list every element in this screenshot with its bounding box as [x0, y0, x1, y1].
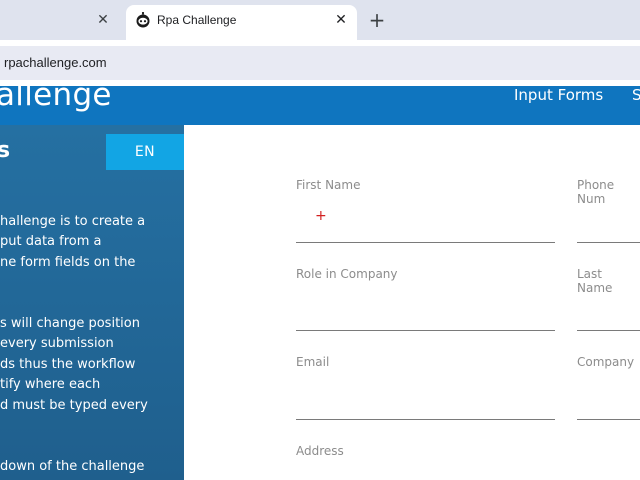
- browser-tabstrip: ✕ Rpa Challenge ✕ +: [0, 0, 640, 40]
- robot-icon: [136, 12, 150, 28]
- site-logo[interactable]: allenge: [0, 86, 112, 113]
- instructions-panel: s EN hallenge is to create a put data fr…: [0, 125, 184, 480]
- browser-tab-inactive[interactable]: ✕: [0, 5, 122, 40]
- site-header: allenge Input Forms S: [0, 86, 640, 125]
- browser-tab-active[interactable]: Rpa Challenge ✕: [126, 5, 357, 40]
- instructions-line: hallenge is to create a: [0, 214, 146, 229]
- first-name-label: First Name: [296, 178, 361, 192]
- url-text[interactable]: rpachallenge.com: [4, 55, 107, 70]
- language-en-button[interactable]: EN: [106, 134, 184, 170]
- nav-next-link[interactable]: S: [632, 86, 640, 104]
- email-label: Email: [296, 355, 330, 369]
- address-label: Address: [296, 444, 344, 458]
- instructions-line: ne form fields on the: [0, 255, 136, 270]
- instructions-line: tify where each: [0, 377, 101, 392]
- last-name-field[interactable]: [577, 330, 640, 331]
- phone-number-field[interactable]: [577, 242, 640, 243]
- instructions-line: every submission: [0, 336, 114, 351]
- email-field[interactable]: [296, 419, 555, 420]
- instructions-line: ds thus the workflow: [0, 357, 136, 372]
- instructions-line: put data from a: [0, 234, 102, 249]
- close-tab-icon[interactable]: ✕: [332, 11, 350, 29]
- company-label: Company: [577, 355, 635, 369]
- instructions-title: s: [0, 138, 11, 163]
- instructions-line: down of the challenge: [0, 459, 145, 474]
- close-tab-icon[interactable]: ✕: [94, 11, 112, 29]
- instructions-line: d must be typed every: [0, 398, 148, 413]
- phone-number-label: Phone Num: [577, 178, 615, 206]
- last-name-label: Last Name: [577, 267, 613, 295]
- tab-title: Rpa Challenge: [157, 13, 237, 27]
- role-in-company-field[interactable]: [296, 330, 555, 331]
- crosshair-cursor-icon: +: [315, 208, 327, 224]
- nav-input-forms-link[interactable]: Input Forms: [514, 86, 603, 104]
- company-field[interactable]: [577, 419, 640, 420]
- instructions-line: s will change position: [0, 316, 140, 331]
- role-in-company-label: Role in Company: [296, 267, 398, 281]
- new-tab-button[interactable]: +: [366, 9, 388, 31]
- first-name-field[interactable]: [296, 242, 555, 243]
